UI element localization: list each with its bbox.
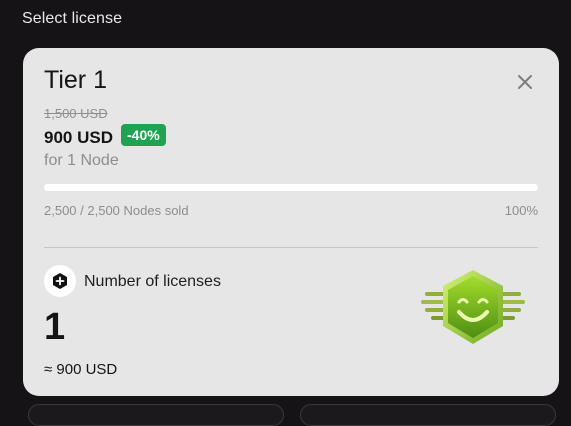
divider: [44, 247, 538, 248]
select-license-title: Select license: [22, 10, 123, 27]
unit-description: for 1 Node: [44, 152, 119, 169]
license-card: Tier 1 1,500 USD 900 USD -40% for 1 Node…: [23, 48, 559, 396]
nodes-sold-text: 2,500 / 2,500 Nodes sold: [44, 203, 189, 218]
number-of-licenses-label: Number of licenses: [84, 273, 221, 290]
plus-hexagon-icon: [53, 273, 67, 289]
add-license-button[interactable]: [44, 265, 76, 297]
approx-total: ≈ 900 USD: [44, 361, 118, 378]
bottom-button-left[interactable]: [28, 404, 284, 426]
bottom-button-right[interactable]: [300, 404, 556, 426]
sold-progress-bar: [44, 184, 538, 191]
close-icon: [518, 75, 532, 89]
discount-badge: -40%: [121, 124, 166, 146]
tier-title: Tier 1: [44, 66, 107, 94]
old-price: 1,500 USD: [44, 106, 108, 121]
sold-percent-text: 100%: [504, 203, 538, 218]
sold-progress-fill: [44, 184, 538, 191]
license-quantity: 1: [44, 306, 66, 348]
smiley-hexagon-badge-icon: [421, 270, 525, 344]
current-price: 900 USD: [44, 128, 113, 147]
close-button[interactable]: [511, 68, 539, 96]
